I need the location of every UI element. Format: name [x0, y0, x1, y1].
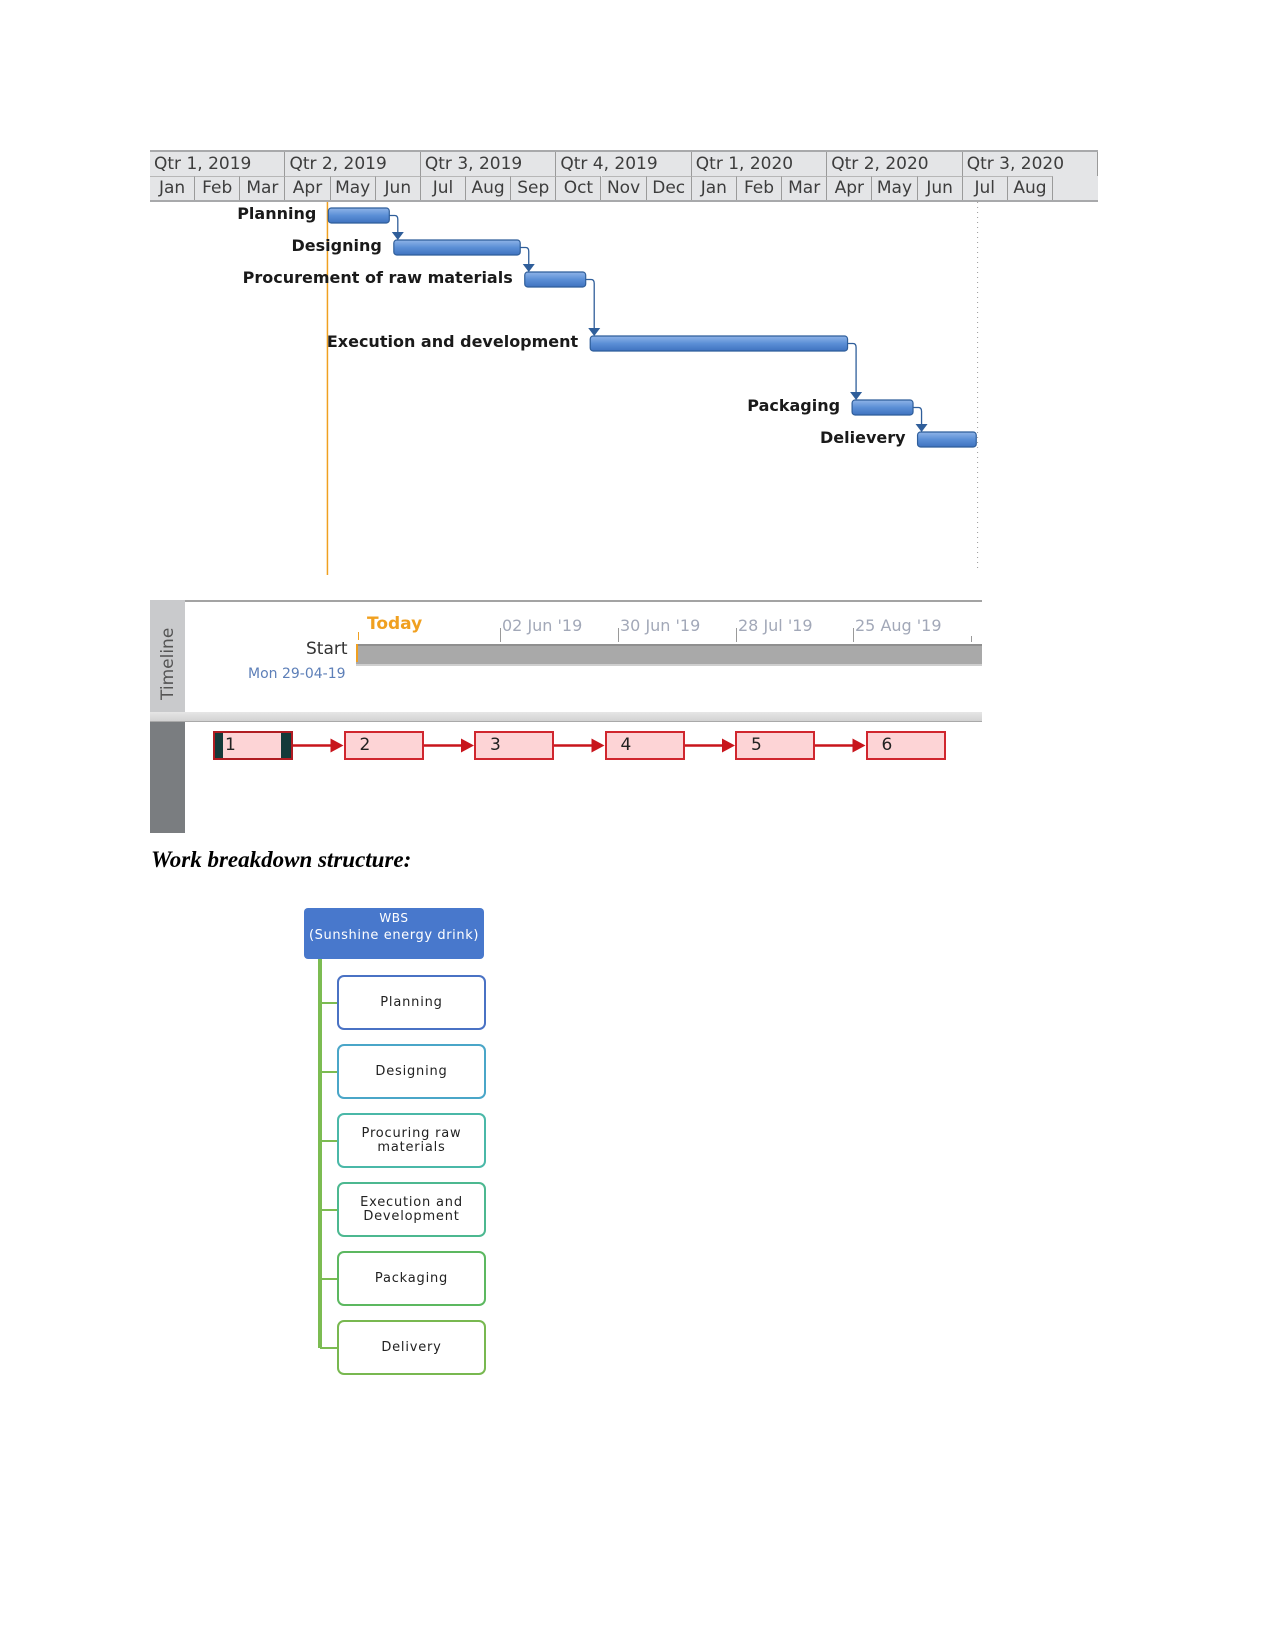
task-bar[interactable]: [916, 431, 977, 448]
task-label: Execution and development: [326, 332, 579, 351]
timeline-tick: [618, 628, 619, 642]
network-node[interactable]: 5: [735, 731, 815, 760]
wbs-branch-line: [320, 1208, 338, 1211]
dependency-link: [585, 278, 595, 330]
timeline-date-label: 02 Jun '19: [502, 616, 583, 635]
view-splitter[interactable]: [150, 712, 982, 722]
gantt-chart: [326, 202, 979, 575]
today-marker: [356, 644, 358, 662]
timeline-tick: [971, 636, 972, 642]
wbs-branch-line: [320, 1139, 338, 1142]
task-bar[interactable]: [393, 239, 521, 256]
dependency-arrow: [391, 232, 404, 240]
wbs-node-label: Procuring raw materials: [361, 1125, 462, 1155]
timeline-tick: [736, 628, 737, 642]
wbs-node-label: Execution and Development: [360, 1194, 463, 1224]
wbs-root-node: WBS (Sunshine energy drink): [304, 908, 484, 959]
wbs-node-label: Packaging: [374, 1270, 449, 1286]
task-label: Designing: [291, 236, 382, 255]
wbs-branch-line: [320, 1346, 338, 1349]
dependency-arrow: [850, 392, 863, 400]
today-label: Today: [367, 614, 423, 634]
network-node[interactable]: 2: [343, 731, 424, 760]
network-node[interactable]: 3: [474, 731, 554, 760]
wbs-node: Execution and Development: [337, 1182, 486, 1237]
start-label: Start: [306, 639, 348, 659]
timeline-date-label: 25 Aug '19: [855, 616, 942, 635]
timeline-tab-label: Timeline: [158, 627, 178, 700]
network-node[interactable]: 6: [865, 731, 946, 760]
timeline-tick: [853, 628, 854, 642]
dependency-arrow: [522, 264, 535, 272]
task-label: Packaging: [747, 396, 841, 415]
network-arrow: [591, 738, 605, 753]
dependency-arrow: [915, 424, 928, 432]
network-view-tab[interactable]: [150, 722, 185, 833]
dependency-link: [389, 214, 399, 234]
wbs-node: Packaging: [337, 1251, 486, 1306]
timeline-bar[interactable]: [356, 644, 982, 666]
wbs-node: Planning: [337, 975, 486, 1030]
wbs-branch-line: [320, 1277, 338, 1280]
start-date: Mon 29-04-19: [248, 666, 346, 682]
network-arrow: [330, 738, 344, 753]
task-bar[interactable]: [851, 399, 914, 416]
wbs-node: Procuring raw materials: [337, 1113, 486, 1168]
dependency-link: [847, 342, 857, 394]
wbs-node: Delivery: [337, 1320, 486, 1375]
network-node[interactable]: 4: [604, 731, 685, 760]
timeline-date-label: 30 Jun '19: [620, 616, 701, 635]
wbs-heading: Work breakdown structure:: [151, 847, 412, 872]
wbs-node-label: Planning: [380, 994, 443, 1010]
task-bar[interactable]: [524, 271, 587, 288]
dependency-arrow: [588, 328, 601, 336]
wbs-node: Designing: [337, 1044, 486, 1099]
task-label: Planning: [237, 204, 317, 223]
wbs-branch-line: [320, 1070, 338, 1073]
wbs-node-label: Delivery: [381, 1339, 442, 1355]
wbs-root-subtitle: (Sunshine energy drink): [308, 928, 480, 943]
wbs-root-title: WBS: [379, 911, 409, 925]
network-arrow: [852, 738, 866, 753]
today-tick: [358, 632, 359, 640]
task-label: Procurement of raw materials: [242, 268, 513, 287]
wbs-node-label: Designing: [375, 1063, 448, 1079]
dependency-link: [520, 246, 530, 266]
task-bar[interactable]: [589, 335, 849, 352]
wbs-connector-spine: [318, 959, 322, 1348]
network-node[interactable]: 1: [213, 731, 293, 760]
network-arrow: [461, 738, 474, 753]
wbs-branch-line: [320, 1001, 338, 1004]
task-bar[interactable]: [327, 207, 390, 224]
network-arrow: [722, 738, 735, 753]
dependency-link: [913, 406, 923, 426]
task-label: Delievery: [819, 428, 906, 447]
timeline-date-label: 28 Jul '19: [738, 616, 813, 635]
timeline-tick: [500, 628, 501, 642]
